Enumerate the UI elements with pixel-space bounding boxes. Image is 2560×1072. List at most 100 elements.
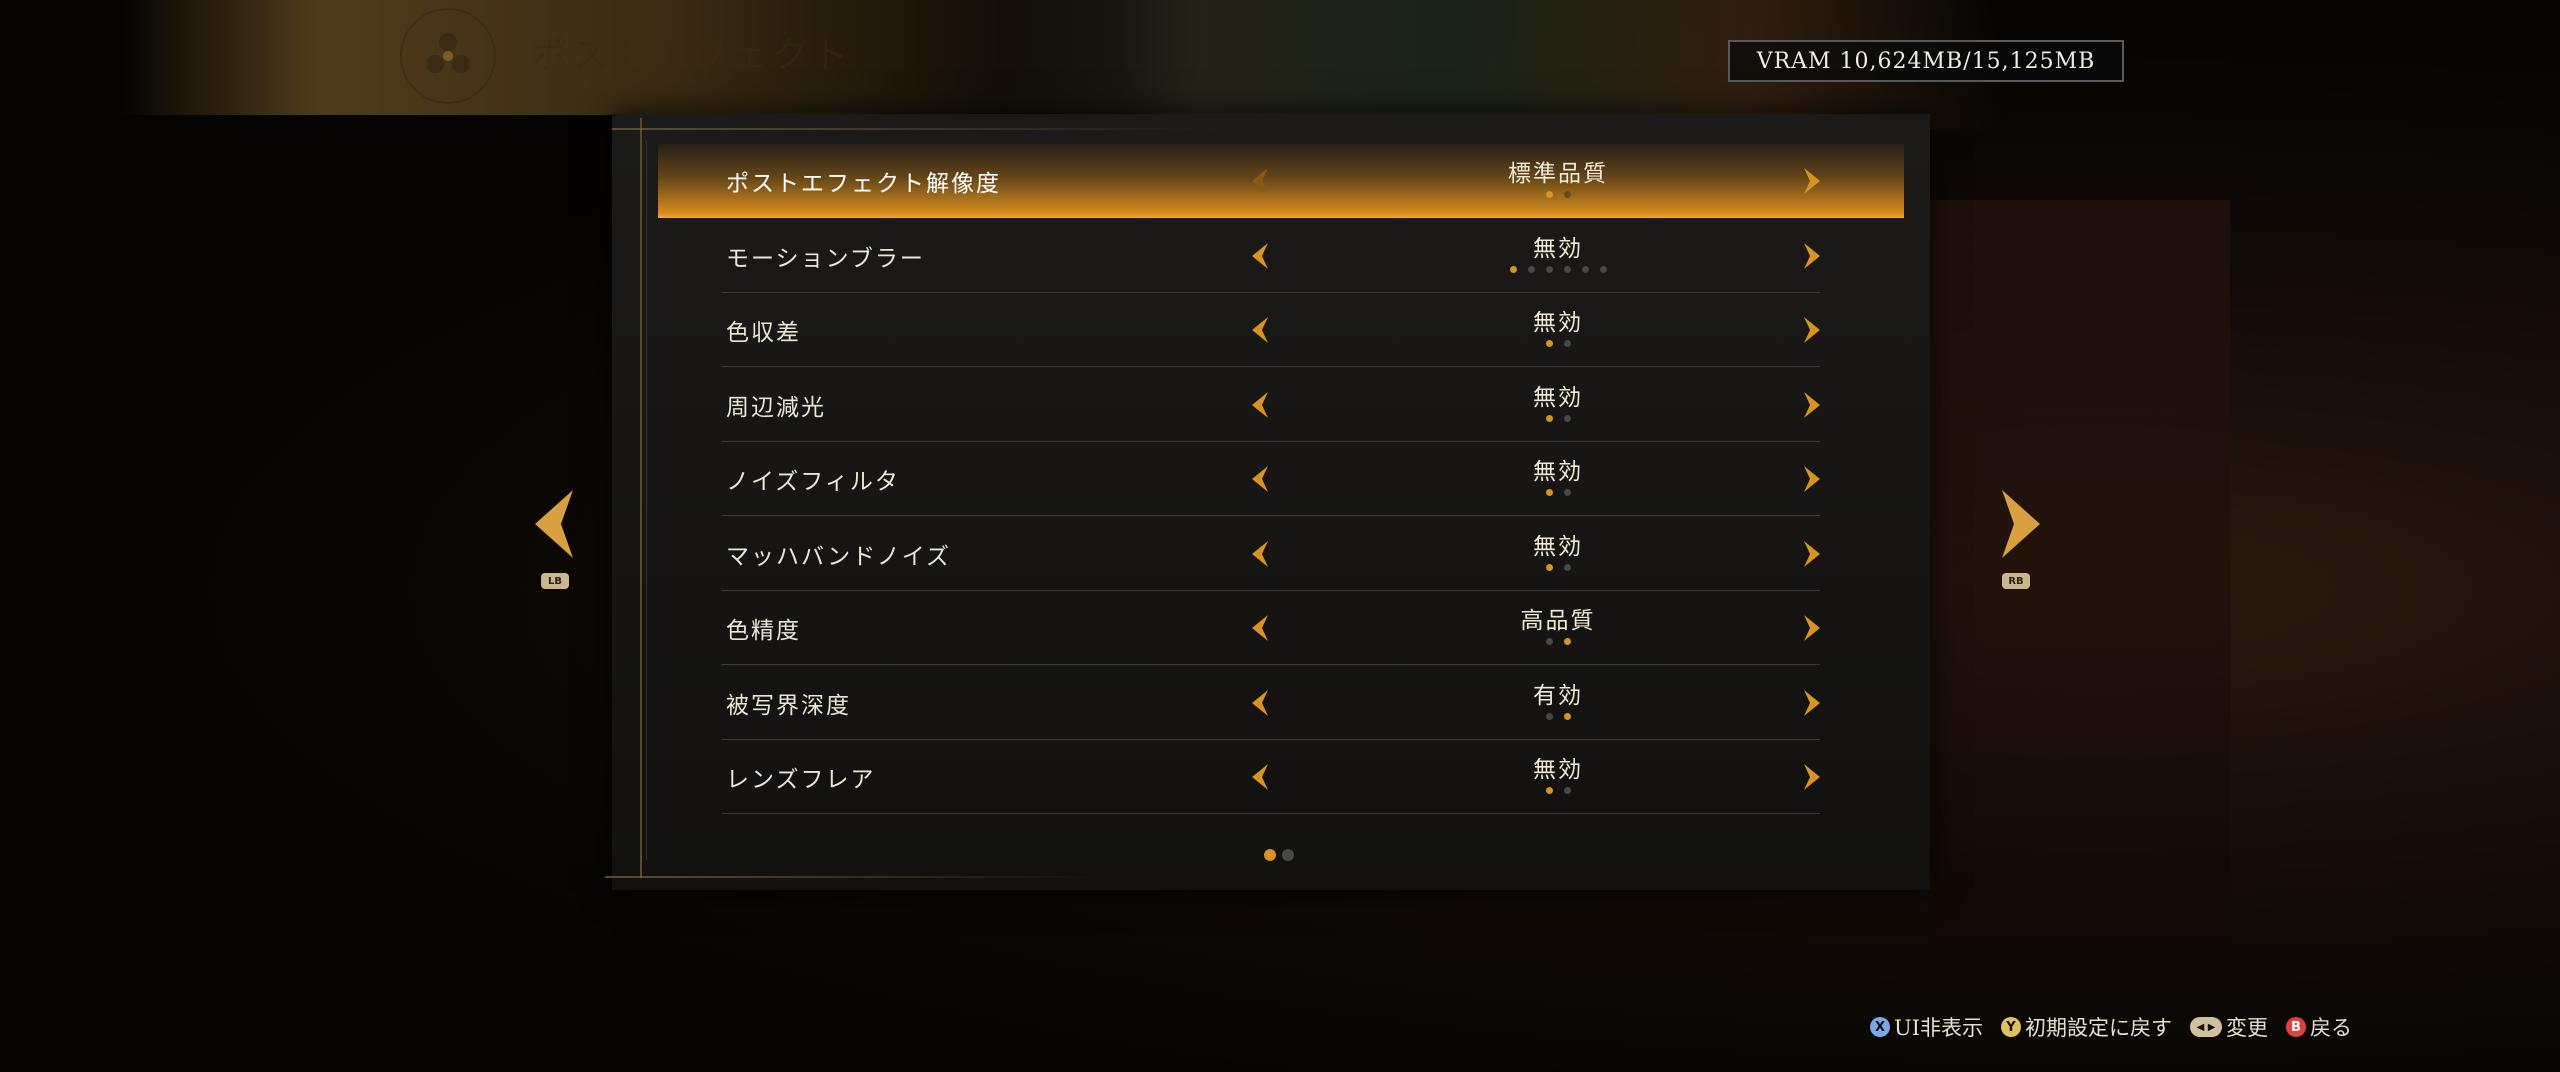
- decrease-option-button[interactable]: [1248, 688, 1274, 718]
- chevron-right-icon: [1804, 391, 1820, 418]
- chevron-left-icon: [1252, 764, 1268, 790]
- panel-border: [640, 118, 642, 878]
- setting-label: 被写界深度: [726, 692, 851, 719]
- option-indicator: [1408, 712, 1708, 720]
- increase-option-button[interactable]: [1798, 613, 1824, 643]
- change-label: 変更: [2226, 1016, 2268, 1040]
- option-indicator: [1408, 340, 1708, 347]
- increase-option-button[interactable]: [1798, 688, 1824, 718]
- hide-ui-label: UI非表示: [1894, 1016, 1983, 1040]
- panel-bottom-line: [605, 876, 1105, 878]
- change-action[interactable]: ◀ ▶ 変更: [2190, 1012, 2268, 1042]
- setting-row[interactable]: ノイズフィルタ 無効: [658, 442, 1904, 516]
- chevron-left-icon: [1252, 391, 1268, 418]
- reset-defaults-label: 初期設定に戻す: [2025, 1016, 2172, 1040]
- setting-row[interactable]: ポストエフェクト解像度 標準品質: [658, 144, 1904, 218]
- page-indicator: [1264, 849, 1294, 861]
- option-dot: [1545, 414, 1553, 422]
- chevron-right-icon: [1804, 242, 1820, 269]
- option-indicator: [1408, 265, 1708, 273]
- chevron-right-icon: [1804, 168, 1820, 194]
- increase-option-button[interactable]: [1798, 390, 1824, 420]
- increase-option-button[interactable]: [1798, 762, 1824, 792]
- option-indicator: [1408, 414, 1708, 422]
- back-action[interactable]: B 戻る: [2286, 1012, 2352, 1042]
- setting-row[interactable]: モーションブラー 無効: [658, 219, 1904, 293]
- back-label: 戻る: [2310, 1016, 2352, 1040]
- chevron-left-icon: [1252, 615, 1268, 641]
- decrease-option-button[interactable]: [1248, 762, 1274, 792]
- crest-icon: [400, 8, 496, 104]
- setting-label: 色収差: [726, 320, 801, 346]
- decrease-option-button[interactable]: [1248, 464, 1274, 494]
- panel-top-line: [612, 128, 1232, 130]
- next-page-button[interactable]: [1990, 484, 2050, 564]
- lb-button-tag: LB: [541, 573, 569, 589]
- chevron-left-icon: [1252, 689, 1268, 716]
- setting-row[interactable]: レンズフレア 無効: [658, 740, 1904, 814]
- chevron-right-icon: [1804, 764, 1820, 790]
- option-dot: [1545, 563, 1553, 571]
- setting-row[interactable]: 色精度 高品質: [658, 591, 1904, 665]
- setting-row[interactable]: マッハバンドノイズ 無効: [658, 517, 1904, 591]
- chevron-left-icon: [1252, 168, 1268, 194]
- option-indicator: [1408, 787, 1708, 794]
- b-button-icon: B: [2286, 1017, 2306, 1037]
- y-button-icon: Y: [2001, 1017, 2021, 1037]
- option-dot: [1599, 265, 1607, 273]
- reset-defaults-action[interactable]: Y 初期設定に戻す: [2001, 1012, 2172, 1042]
- option-dot: [1509, 265, 1517, 273]
- button-guide: X UI非表示 Y 初期設定に戻す ◀ ▶ 変更 B 戻る: [1870, 1012, 2352, 1042]
- setting-label: モーションブラー: [726, 245, 925, 272]
- increase-option-button[interactable]: [1798, 464, 1824, 494]
- chevron-right-icon: [1804, 615, 1820, 641]
- page-dot: [1282, 849, 1294, 861]
- rb-button-tag: RB: [2002, 573, 2030, 589]
- option-dot: [1563, 265, 1571, 273]
- increase-option-button[interactable]: [1798, 241, 1824, 271]
- option-dot: [1563, 638, 1571, 645]
- option-dot: [1545, 638, 1553, 645]
- setting-row[interactable]: 被写界深度 有効: [658, 666, 1904, 740]
- setting-value: 無効: [1533, 757, 1583, 783]
- option-indicator: [1408, 191, 1708, 198]
- option-dot: [1563, 340, 1571, 347]
- x-button-icon: X: [1870, 1017, 1890, 1037]
- decrease-option-button[interactable]: [1248, 390, 1274, 420]
- option-indicator: [1408, 638, 1708, 645]
- prev-page-button[interactable]: [525, 484, 585, 564]
- increase-option-button[interactable]: [1798, 166, 1824, 196]
- setting-value: 無効: [1533, 235, 1583, 262]
- option-dot: [1545, 787, 1553, 794]
- chevron-right-icon: [1804, 317, 1820, 343]
- setting-value: 無効: [1533, 533, 1583, 560]
- vram-indicator: VRAM 10,624MB/15,125MB: [1728, 40, 2124, 82]
- hide-ui-action[interactable]: X UI非表示: [1870, 1012, 1983, 1042]
- decrease-option-button[interactable]: [1248, 166, 1274, 196]
- increase-option-button[interactable]: [1798, 315, 1824, 345]
- decrease-option-button[interactable]: [1248, 539, 1274, 569]
- decrease-option-button[interactable]: [1248, 613, 1274, 643]
- decrease-option-button[interactable]: [1248, 241, 1274, 271]
- dpad-icon: ◀ ▶: [2190, 1017, 2222, 1037]
- setting-label: 周辺減光: [726, 394, 826, 421]
- chevron-right-icon: [1804, 466, 1820, 492]
- option-indicator: [1408, 563, 1708, 571]
- option-dot: [1563, 787, 1571, 794]
- option-dot: [1545, 265, 1553, 273]
- decrease-option-button[interactable]: [1248, 315, 1274, 345]
- setting-value: 標準品質: [1508, 161, 1608, 187]
- page-dot: [1264, 849, 1276, 861]
- setting-value: 有効: [1533, 682, 1583, 709]
- option-dot: [1563, 712, 1571, 720]
- setting-value: 無効: [1533, 310, 1583, 336]
- option-dot: [1563, 191, 1571, 198]
- option-dot: [1527, 265, 1535, 273]
- background-character: [1930, 200, 2230, 980]
- setting-row[interactable]: 色収差 無効: [658, 293, 1904, 367]
- setting-row[interactable]: 周辺減光 無効: [658, 368, 1904, 442]
- chevron-left-icon: [1252, 242, 1268, 269]
- chevron-right-icon: [2002, 490, 2040, 558]
- increase-option-button[interactable]: [1798, 539, 1824, 569]
- option-indicator: [1408, 489, 1708, 496]
